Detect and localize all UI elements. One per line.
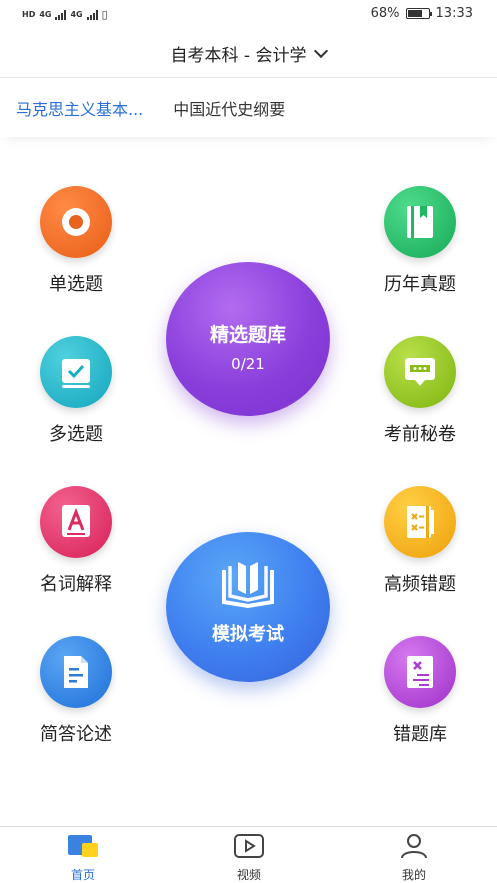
mock-exam-button[interactable]: 模拟考试 <box>166 532 330 682</box>
network-label-2: 4G <box>70 10 83 19</box>
error-bank-label: 错题库 <box>393 724 447 745</box>
short-answer-label: 简答论述 <box>40 724 112 745</box>
document-icon <box>40 636 112 708</box>
message-icon <box>384 336 456 408</box>
clock: 13:33 <box>435 6 473 21</box>
book-icon <box>384 186 456 258</box>
pre-exam-papers-button[interactable]: 考前秘卷 <box>360 336 480 446</box>
term-explanation-label: 名词解释 <box>40 574 112 595</box>
network-label-1: 4G <box>39 10 52 19</box>
question-bank-title: 精选题库 <box>209 324 286 346</box>
home-icon <box>68 835 98 857</box>
short-answer-button[interactable]: 简答论述 <box>16 636 136 746</box>
bottom-nav: 首页 视频 我的 <box>0 826 497 883</box>
error-list-icon <box>384 636 456 708</box>
past-exams-button[interactable]: 历年真题 <box>360 186 480 296</box>
status-left: HD 4G 4G ▯ <box>22 8 108 21</box>
term-explanation-button[interactable]: 名词解释 <box>16 486 136 596</box>
nav-profile-label: 我的 <box>401 868 426 882</box>
nav-video-label: 视频 <box>236 868 261 882</box>
question-bank-button[interactable]: 精选题库 0/21 <box>166 262 330 416</box>
frequent-errors-label: 高频错题 <box>384 574 456 595</box>
profile-icon <box>401 834 427 859</box>
single-choice-label: 单选题 <box>49 274 103 295</box>
subject-tabs: 马克思主义基本... 中国近代史纲要 <box>0 79 497 137</box>
multiple-choice-label: 多选题 <box>49 424 103 445</box>
single-choice-button[interactable]: 单选题 <box>16 186 136 296</box>
error-bank-button[interactable]: 错题库 <box>360 636 480 746</box>
vibrate-icon: ▯ <box>101 8 108 21</box>
major-selector[interactable]: 自考本科 - 会计学 <box>0 30 497 78</box>
open-book-icon <box>222 562 274 609</box>
status-right: 68% 13:33 <box>371 6 473 21</box>
checkbox-icon <box>40 336 112 408</box>
nav-video[interactable]: 视频 <box>209 833 289 883</box>
target-icon <box>40 186 112 258</box>
nav-profile[interactable]: 我的 <box>374 833 454 883</box>
battery-icon <box>405 8 432 19</box>
page-title: 自考本科 - 会计学 <box>170 46 307 66</box>
chevron-down-icon <box>314 43 329 59</box>
frequent-errors-button[interactable]: 高频错题 <box>360 486 480 596</box>
past-exams-label: 历年真题 <box>384 274 456 295</box>
mock-exam-title: 模拟考试 <box>212 624 284 645</box>
tab-subject-1[interactable]: 马克思主义基本... <box>16 96 143 120</box>
battery-percent: 68% <box>370 6 400 21</box>
hd-indicator: HD <box>22 10 36 19</box>
pre-exam-papers-label: 考前秘卷 <box>384 424 456 445</box>
question-bank-progress: 0/21 <box>231 355 265 373</box>
nav-home-label: 首页 <box>70 868 95 882</box>
signal-icon <box>55 9 67 20</box>
video-icon <box>234 834 264 858</box>
multiple-choice-button[interactable]: 多选题 <box>16 336 136 446</box>
status-bar: HD 4G 4G ▯ 68% 13:33 <box>0 0 497 30</box>
notebook-icon <box>384 486 456 558</box>
letter-a-icon <box>40 486 112 558</box>
nav-home[interactable]: 首页 <box>43 833 123 883</box>
tab-subject-2[interactable]: 中国近代史纲要 <box>173 96 285 120</box>
signal-icon-2 <box>86 9 98 20</box>
